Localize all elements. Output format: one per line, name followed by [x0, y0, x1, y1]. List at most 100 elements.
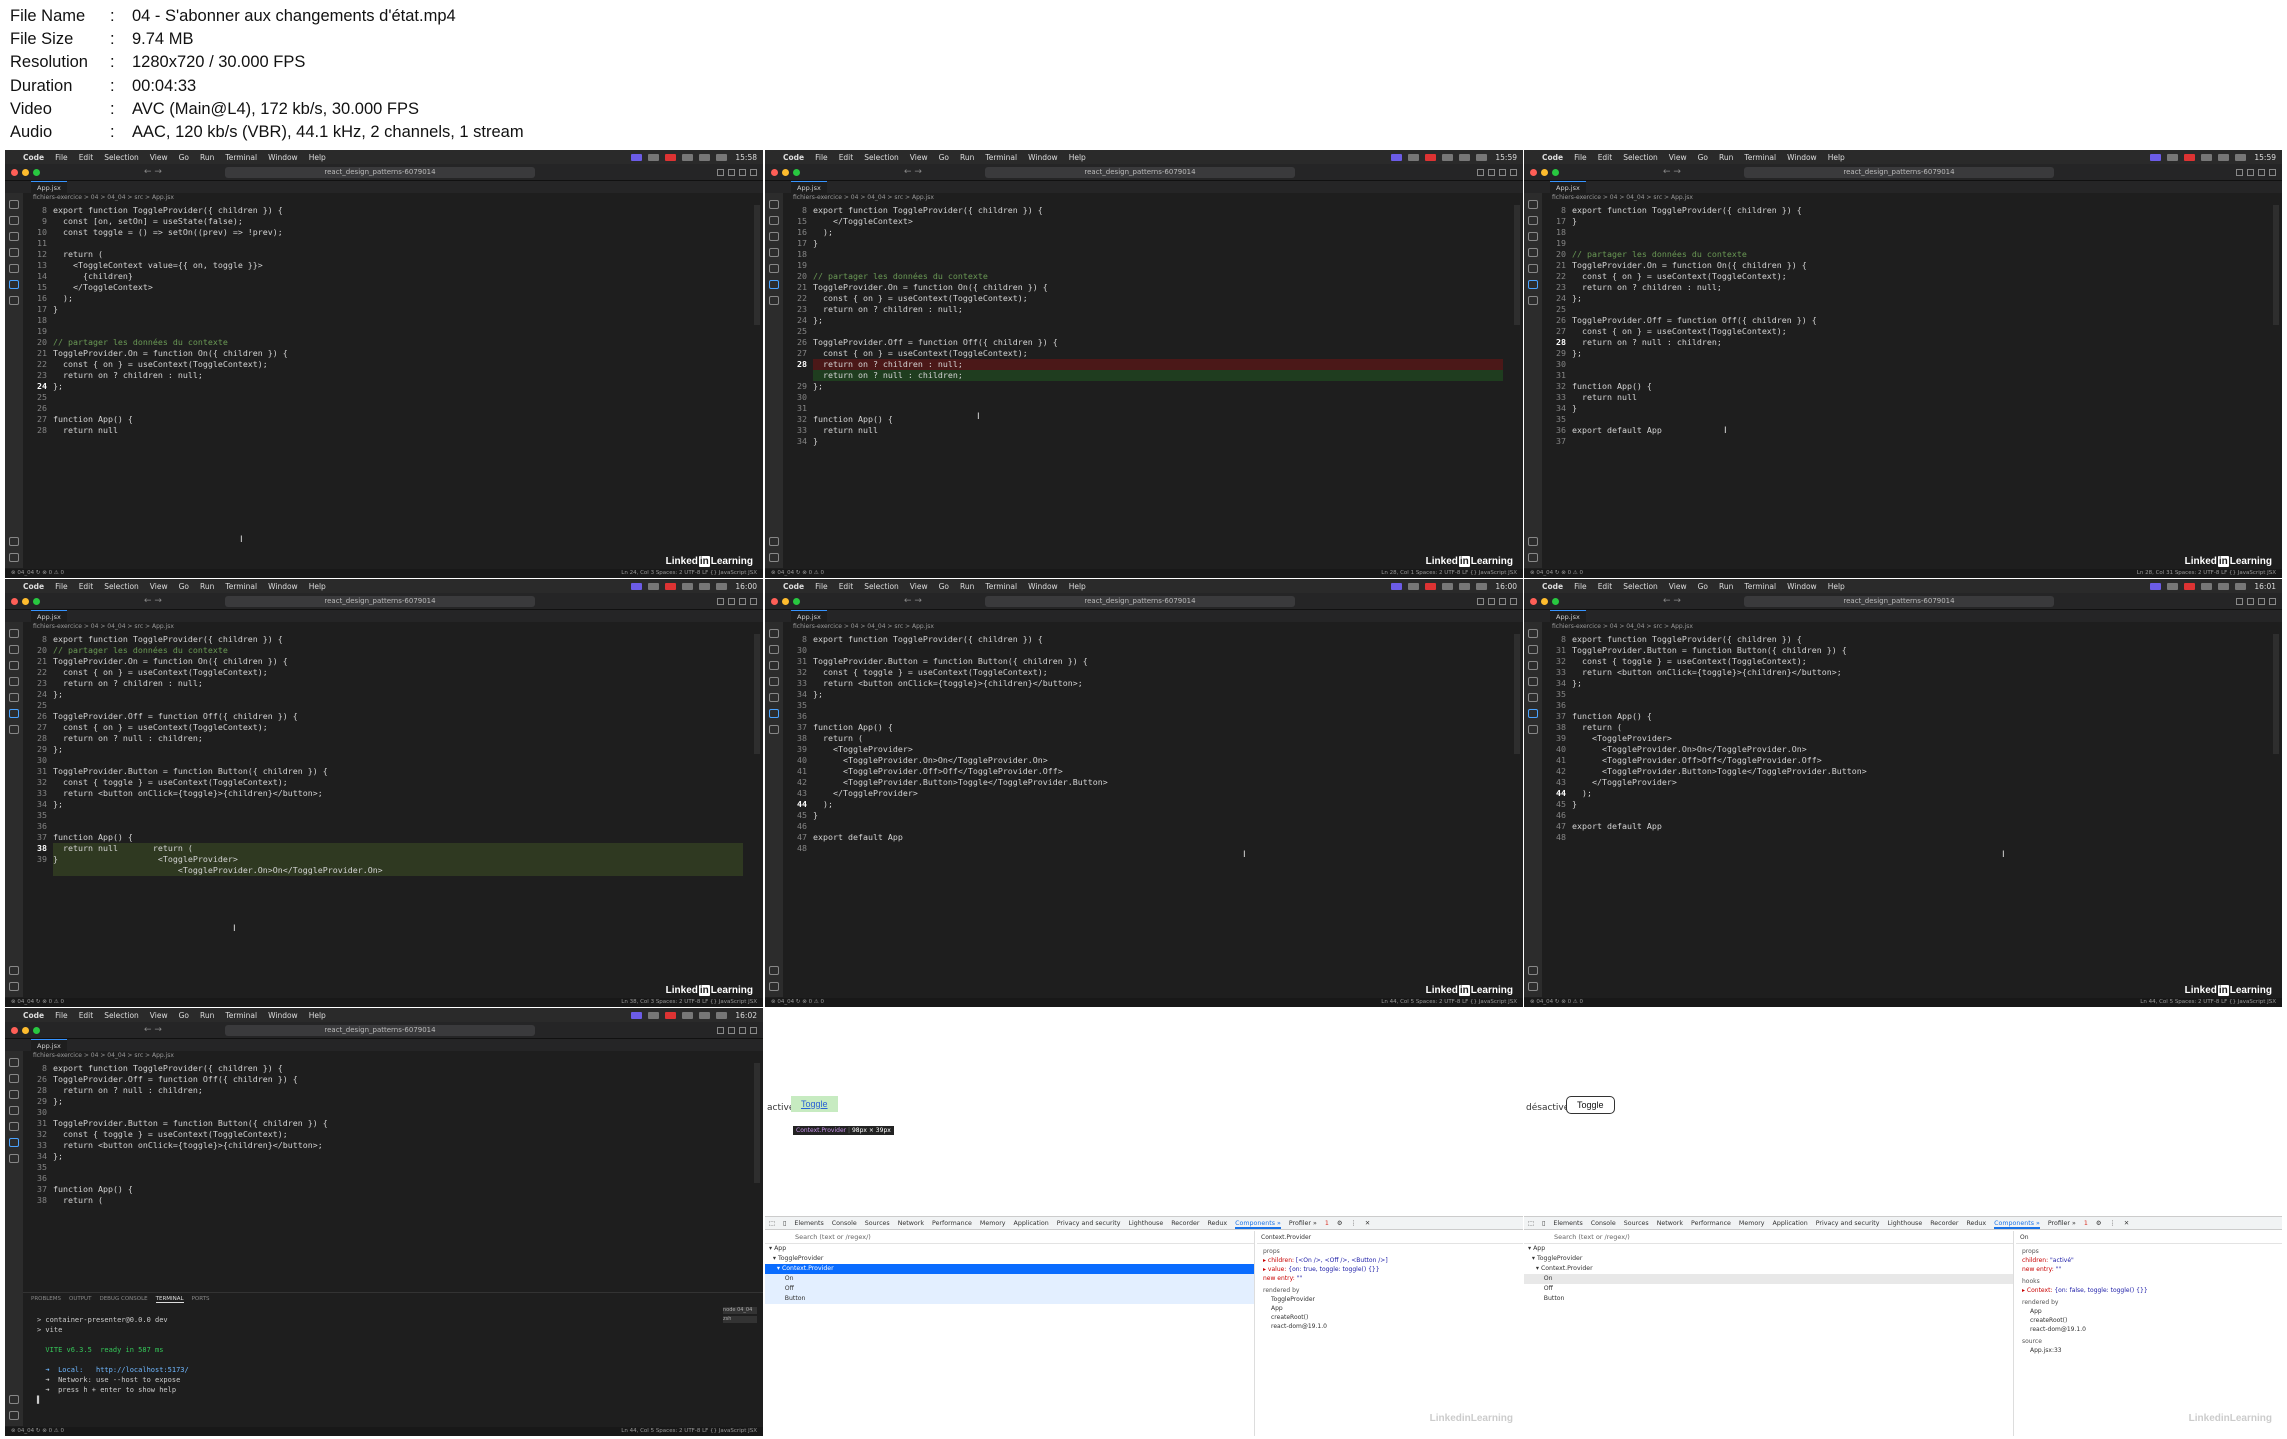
code-line[interactable]: </ToggleProvider> — [1572, 777, 2262, 788]
menu-item-window[interactable]: Window — [268, 1011, 298, 1020]
layout-icon[interactable] — [739, 168, 746, 176]
code-line[interactable] — [813, 260, 1503, 271]
code-line[interactable]: return on ? children : null; — [1572, 282, 2262, 293]
remote-icon[interactable] — [9, 709, 19, 718]
menu-item-help[interactable]: Help — [1069, 153, 1086, 162]
code-line[interactable]: }; — [53, 381, 743, 392]
code-line[interactable]: }; — [53, 744, 743, 755]
code-line[interactable]: <ToggleProvider.On>On</ToggleProvider.On… — [813, 755, 1503, 766]
remote-icon[interactable] — [769, 709, 779, 718]
menu-item-go[interactable]: Go — [1698, 153, 1708, 162]
menu-item-selection[interactable]: Selection — [104, 153, 139, 162]
code-line[interactable]: function App() { — [813, 414, 1503, 425]
code-line[interactable]: function App() { — [1572, 711, 2262, 722]
minimap[interactable] — [754, 205, 760, 325]
source-control-icon[interactable] — [769, 661, 779, 670]
files-icon[interactable] — [1528, 200, 1538, 209]
layout-icon[interactable] — [1510, 597, 1517, 605]
code-line[interactable]: ToggleProvider.Off = function Off({ chil… — [53, 1074, 743, 1085]
menu-item-go[interactable]: Go — [939, 582, 949, 591]
menu-item-edit[interactable]: Edit — [79, 582, 94, 591]
menu-item-go[interactable]: Go — [939, 153, 949, 162]
menu-item-terminal[interactable]: Terminal — [225, 1011, 257, 1020]
menu-item-go[interactable]: Go — [1698, 582, 1708, 591]
tree-node[interactable]: ▾ ToggleProvider — [765, 1254, 1254, 1264]
settings-gear-icon[interactable] — [9, 553, 19, 562]
menu-item-help[interactable]: Help — [309, 153, 326, 162]
minimize-window-button[interactable] — [1541, 168, 1548, 176]
code-line[interactable]: return ( — [1572, 722, 2262, 733]
code-line[interactable]: const { on } = useContext(ToggleContext)… — [813, 348, 1503, 359]
code-line[interactable]: const [on, setOn] = useState(false); — [53, 216, 743, 227]
close-window-button[interactable] — [1530, 168, 1537, 176]
menu-item-edit[interactable]: Edit — [79, 1011, 94, 1020]
menu-item-code[interactable]: Code — [783, 153, 804, 162]
layout-icon[interactable] — [739, 597, 746, 605]
code-line[interactable]: ToggleProvider.On = function On({ childr… — [813, 282, 1503, 293]
code-line[interactable]: }; — [813, 689, 1503, 700]
layout-icon[interactable] — [739, 1026, 746, 1034]
run-debug-icon[interactable] — [1528, 677, 1538, 686]
source-control-icon[interactable] — [9, 661, 19, 670]
close-window-button[interactable] — [11, 597, 18, 605]
code-line[interactable]: export default App — [813, 832, 1503, 843]
minimap[interactable] — [754, 634, 760, 754]
code-line[interactable] — [53, 238, 743, 249]
devtools-tab-sources[interactable]: Sources — [865, 1220, 890, 1227]
code-line[interactable]: <ToggleProvider.On>On</ToggleProvider.On… — [53, 865, 743, 876]
menu-item-run[interactable]: Run — [960, 153, 974, 162]
code-line[interactable]: export function ToggleProvider({ childre… — [53, 1063, 743, 1074]
code-line[interactable]: {children} — [53, 271, 743, 282]
layout-icon[interactable] — [728, 168, 735, 176]
code-line[interactable] — [53, 1162, 743, 1173]
status-left[interactable]: ⊗ 04_04 ↻ ⊗ 0 ⚠ 0 — [11, 569, 64, 578]
menu-item-run[interactable]: Run — [200, 1011, 214, 1020]
layout-icon[interactable] — [717, 597, 724, 605]
menu-item-help[interactable]: Help — [309, 582, 326, 591]
code-line[interactable]: return on ? children : null; — [53, 370, 743, 381]
menu-item-file[interactable]: File — [55, 153, 68, 162]
zoom-window-button[interactable] — [793, 597, 800, 605]
breadcrumb[interactable]: fichiers-exercice > 04 > 04_04 > src > A… — [5, 193, 763, 203]
menu-item-help[interactable]: Help — [309, 1011, 326, 1020]
menu-item-selection[interactable]: Selection — [864, 153, 899, 162]
layout-toggle-icons[interactable] — [2232, 168, 2276, 176]
error-count-badge[interactable]: 1 — [2084, 1220, 2088, 1227]
files-icon[interactable] — [769, 629, 779, 638]
status-left[interactable]: ⊗ 04_04 ↻ ⊗ 0 ⚠ 0 — [1530, 998, 1583, 1007]
terminal-prompt[interactable]: ▌ — [23, 1395, 763, 1405]
code-line[interactable]: } — [813, 810, 1503, 821]
status-left[interactable]: ⊗ 04_04 ↻ ⊗ 0 ⚠ 0 — [11, 998, 64, 1007]
code-line[interactable]: <ToggleContext value={{ on, toggle }}> — [53, 260, 743, 271]
code-line[interactable] — [813, 403, 1503, 414]
code-line[interactable] — [813, 326, 1503, 337]
close-window-button[interactable] — [771, 597, 778, 605]
code-line[interactable]: } — [813, 238, 1503, 249]
code-line[interactable] — [53, 821, 743, 832]
code-line[interactable]: <ToggleProvider> — [813, 744, 1503, 755]
command-center-search[interactable]: react_design_patterns-6079014 — [225, 1025, 535, 1036]
devtools-close-icon[interactable]: ✕ — [2124, 1220, 2129, 1227]
menu-item-selection[interactable]: Selection — [104, 1011, 139, 1020]
editor-tab-app-jsx[interactable]: App.jsx — [1550, 610, 1586, 622]
code-line[interactable] — [1572, 832, 2262, 843]
menu-item-view[interactable]: View — [910, 582, 928, 591]
extensions-icon[interactable] — [1528, 264, 1538, 273]
testing-icon[interactable] — [9, 1154, 19, 1163]
devtools-tab-sources[interactable]: Sources — [1624, 1220, 1649, 1227]
code-line[interactable]: return <button onClick={toggle}>{childre… — [53, 788, 743, 799]
layout-toggle-icons[interactable] — [713, 1026, 757, 1034]
code-line[interactable]: export default App — [1572, 821, 2262, 832]
settings-gear-icon[interactable] — [9, 982, 19, 991]
menu-item-terminal[interactable]: Terminal — [985, 153, 1017, 162]
code-line[interactable]: export default App — [1572, 425, 2262, 436]
close-window-button[interactable] — [1530, 597, 1537, 605]
tree-node[interactable]: ▾ ToggleProvider — [1524, 1254, 2013, 1264]
layout-icon[interactable] — [717, 168, 724, 176]
editor-tab-app-jsx[interactable]: App.jsx — [31, 610, 67, 622]
code-line[interactable]: ToggleProvider.On = function On({ childr… — [53, 656, 743, 667]
breadcrumb[interactable]: fichiers-exercice > 04 > 04_04 > src > A… — [5, 622, 763, 632]
layout-toggle-icons[interactable] — [1473, 168, 1517, 176]
code-line[interactable]: ToggleProvider.On = function On({ childr… — [53, 348, 743, 359]
run-debug-icon[interactable] — [769, 677, 779, 686]
